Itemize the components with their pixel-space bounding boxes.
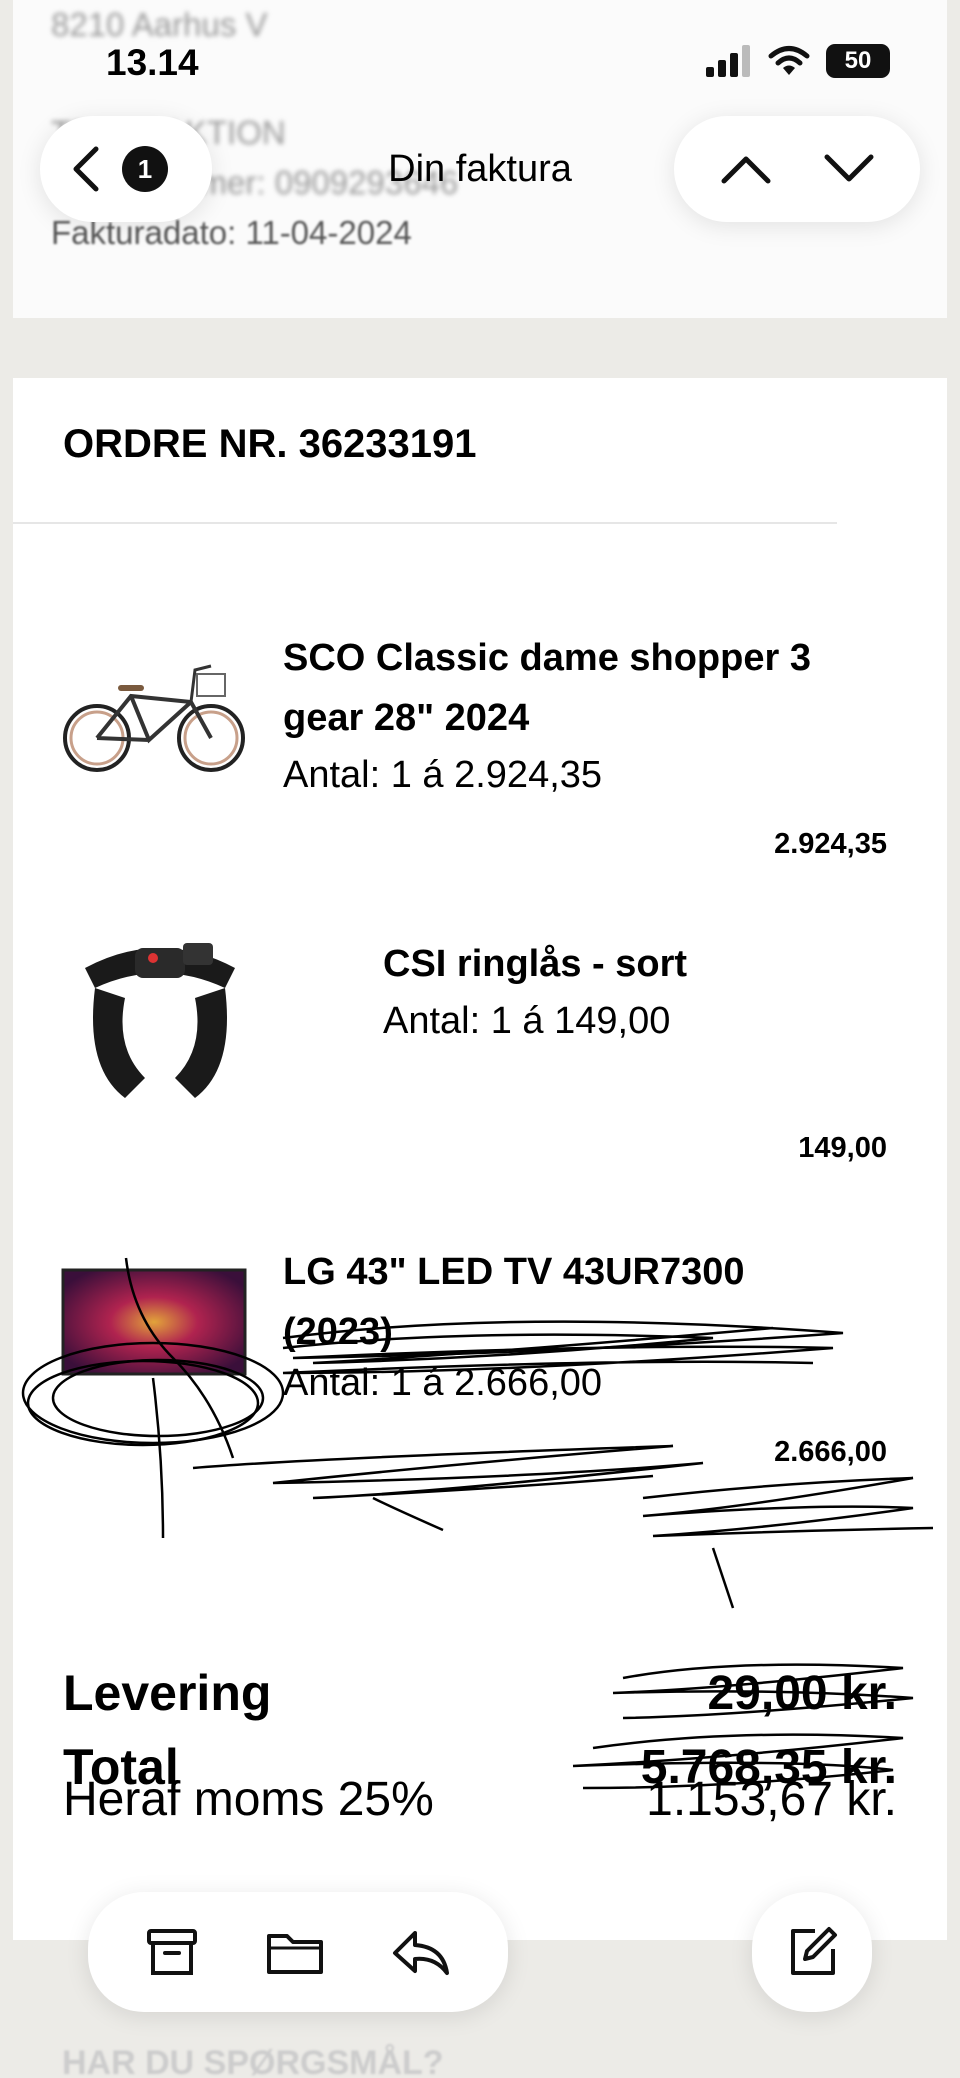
battery-level: 50 bbox=[844, 47, 872, 74]
item-name: CSI ringlås - sort bbox=[383, 943, 688, 985]
cellular-signal-icon bbox=[706, 45, 750, 77]
item-price: 2.924,35 bbox=[774, 828, 887, 860]
battery-icon: 50 bbox=[826, 44, 890, 78]
delivery-label: Levering bbox=[63, 1665, 272, 1721]
archive-icon[interactable] bbox=[145, 1927, 199, 1977]
vat-value: 1.153,67 kr. bbox=[646, 1773, 897, 1826]
questions-heading: HAR DU SPØRGSMÅL? bbox=[62, 2044, 444, 2078]
folder-icon[interactable] bbox=[265, 1928, 325, 1976]
ring-lock-image bbox=[85, 943, 235, 1098]
status-time: 13.14 bbox=[106, 42, 199, 83]
item-quantity: Antal: 1 á 149,00 bbox=[383, 1000, 671, 1042]
item-quantity: Antal: 1 á 2.924,35 bbox=[283, 754, 603, 796]
compose-icon bbox=[791, 1927, 837, 1975]
delivery-value: 29,00 kr. bbox=[707, 1667, 897, 1720]
mail-toolbar bbox=[88, 1892, 508, 2012]
item-name: SCO Classic dame shopper 3 gear 28" 2024 bbox=[283, 637, 811, 739]
status-icons: 50 bbox=[706, 44, 890, 78]
wifi-icon bbox=[768, 46, 810, 75]
compose-button[interactable] bbox=[752, 1892, 872, 2012]
chevron-up-icon[interactable] bbox=[720, 153, 772, 185]
item-price: 149,00 bbox=[798, 1132, 887, 1164]
chevron-down-icon[interactable] bbox=[823, 153, 875, 185]
vat-label: Heraf moms 25% bbox=[63, 1773, 434, 1826]
item-name: LG 43" LED TV 43UR7300 (2023) bbox=[283, 1251, 745, 1353]
item-price: 2.666,00 bbox=[774, 1436, 887, 1468]
bicycle-image bbox=[63, 664, 245, 772]
item-quantity: Antal: 1 á 2.666,00 bbox=[283, 1362, 603, 1404]
address-text: 8210 Aarhus V bbox=[51, 6, 268, 43]
divider bbox=[13, 522, 837, 524]
order-number: ORDRE NR. 36233191 bbox=[63, 422, 477, 466]
tv-image bbox=[61, 1268, 247, 1376]
message-navigation bbox=[674, 116, 920, 222]
reply-icon[interactable] bbox=[391, 1927, 451, 1977]
order-card: ORDRE NR. 36233191 SCO Classic dame shop… bbox=[13, 378, 947, 1940]
